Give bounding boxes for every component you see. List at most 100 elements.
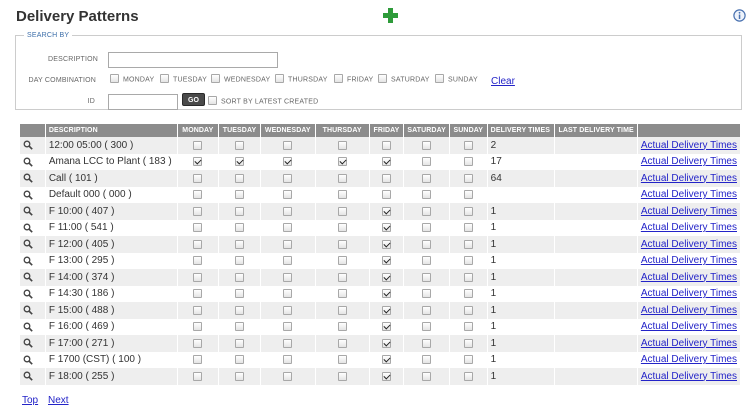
sunday-checkbox[interactable] (463, 355, 473, 365)
magnifier-icon[interactable] (23, 173, 33, 183)
thursday-checkbox[interactable] (337, 206, 347, 216)
monday-checkbox[interactable] (193, 140, 203, 150)
header-delivery-times[interactable]: DELIVERY TIMES (487, 124, 556, 137)
friday-checkbox[interactable] (381, 338, 391, 348)
saturday-checkbox[interactable] (422, 239, 432, 249)
monday-checkbox[interactable] (193, 272, 203, 282)
saturday-checkbox[interactable] (422, 305, 432, 315)
tuesday-checkbox[interactable] (234, 322, 244, 332)
magnifier-icon[interactable] (23, 206, 33, 216)
tuesday-checkbox[interactable] (234, 338, 244, 348)
sort-by-latest-option[interactable]: SORT BY LATEST CREATED (208, 96, 318, 106)
description-input[interactable] (108, 52, 278, 68)
actual-delivery-times-link[interactable]: Actual Delivery Times (641, 239, 737, 250)
saturday-checkbox[interactable] (422, 338, 432, 348)
magnifier-icon[interactable] (23, 371, 33, 381)
thursday-checkbox[interactable] (337, 173, 347, 183)
clear-link[interactable]: Clear (491, 76, 515, 87)
next-link[interactable]: Next (48, 395, 69, 406)
day-option-sunday[interactable]: SUNDAY (435, 74, 478, 84)
day-checkbox-tuesday[interactable] (160, 74, 169, 83)
thursday-checkbox[interactable] (337, 355, 347, 365)
thursday-checkbox[interactable] (337, 190, 347, 200)
wednesday-checkbox[interactable] (283, 223, 293, 233)
magnifier-icon[interactable] (23, 289, 33, 299)
tuesday-checkbox[interactable] (234, 206, 244, 216)
thursday-checkbox[interactable] (337, 338, 347, 348)
wednesday-checkbox[interactable] (283, 338, 293, 348)
sunday-checkbox[interactable] (463, 305, 473, 315)
monday-checkbox[interactable] (193, 190, 203, 200)
wednesday-checkbox[interactable] (283, 239, 293, 249)
friday-checkbox[interactable] (381, 206, 391, 216)
wednesday-checkbox[interactable] (283, 206, 293, 216)
magnifier-icon[interactable] (23, 272, 33, 282)
magnifier-icon[interactable] (23, 140, 33, 150)
thursday-checkbox[interactable] (337, 140, 347, 150)
day-option-thursday[interactable]: THURSDAY (275, 74, 328, 84)
monday-checkbox[interactable] (193, 223, 203, 233)
saturday-checkbox[interactable] (422, 256, 432, 266)
header-monday[interactable]: MONDAY (177, 124, 220, 137)
wednesday-checkbox[interactable] (283, 371, 293, 381)
monday-checkbox[interactable] (193, 206, 203, 216)
sunday-checkbox[interactable] (463, 322, 473, 332)
actual-delivery-times-link[interactable]: Actual Delivery Times (641, 140, 737, 151)
monday-checkbox[interactable] (193, 256, 203, 266)
monday-checkbox[interactable] (193, 322, 203, 332)
header-wednesday[interactable]: WEDNESDAY (260, 124, 316, 137)
saturday-checkbox[interactable] (422, 173, 432, 183)
saturday-checkbox[interactable] (422, 157, 432, 167)
thursday-checkbox[interactable] (337, 305, 347, 315)
header-sunday[interactable]: SUNDAY (449, 124, 488, 137)
actual-delivery-times-link[interactable]: Actual Delivery Times (641, 288, 737, 299)
friday-checkbox[interactable] (381, 305, 391, 315)
day-checkbox-saturday[interactable] (378, 74, 387, 83)
actual-delivery-times-link[interactable]: Actual Delivery Times (641, 206, 737, 217)
thursday-checkbox[interactable] (337, 223, 347, 233)
wednesday-checkbox[interactable] (283, 289, 293, 299)
wednesday-checkbox[interactable] (283, 157, 293, 167)
sunday-checkbox[interactable] (463, 190, 473, 200)
actual-delivery-times-link[interactable]: Actual Delivery Times (641, 305, 737, 316)
actual-delivery-times-link[interactable]: Actual Delivery Times (641, 173, 737, 184)
wednesday-checkbox[interactable] (283, 355, 293, 365)
sunday-checkbox[interactable] (463, 338, 473, 348)
tuesday-checkbox[interactable] (234, 239, 244, 249)
header-friday[interactable]: FRIDAY (369, 124, 405, 137)
tuesday-checkbox[interactable] (234, 157, 244, 167)
saturday-checkbox[interactable] (422, 272, 432, 282)
monday-checkbox[interactable] (193, 355, 203, 365)
friday-checkbox[interactable] (381, 140, 391, 150)
thursday-checkbox[interactable] (337, 256, 347, 266)
tuesday-checkbox[interactable] (234, 190, 244, 200)
monday-checkbox[interactable] (193, 173, 203, 183)
friday-checkbox[interactable] (381, 256, 391, 266)
day-option-wednesday[interactable]: WEDNESDAY (211, 74, 270, 84)
day-checkbox-sunday[interactable] (435, 74, 444, 83)
magnifier-icon[interactable] (23, 190, 33, 200)
sunday-checkbox[interactable] (463, 256, 473, 266)
monday-checkbox[interactable] (193, 305, 203, 315)
friday-checkbox[interactable] (381, 272, 391, 282)
header-tuesday[interactable]: TUESDAY (218, 124, 261, 137)
tuesday-checkbox[interactable] (234, 289, 244, 299)
sunday-checkbox[interactable] (463, 157, 473, 167)
thursday-checkbox[interactable] (337, 239, 347, 249)
actual-delivery-times-link[interactable]: Actual Delivery Times (641, 321, 737, 332)
day-option-friday[interactable]: FRIDAY (334, 74, 373, 84)
monday-checkbox[interactable] (193, 289, 203, 299)
monday-checkbox[interactable] (193, 338, 203, 348)
wednesday-checkbox[interactable] (283, 190, 293, 200)
thursday-checkbox[interactable] (337, 322, 347, 332)
friday-checkbox[interactable] (381, 223, 391, 233)
sunday-checkbox[interactable] (463, 173, 473, 183)
magnifier-icon[interactable] (23, 157, 33, 167)
sunday-checkbox[interactable] (463, 206, 473, 216)
header-thursday[interactable]: THURSDAY (315, 124, 370, 137)
tuesday-checkbox[interactable] (234, 140, 244, 150)
saturday-checkbox[interactable] (422, 355, 432, 365)
friday-checkbox[interactable] (381, 355, 391, 365)
monday-checkbox[interactable] (193, 157, 203, 167)
day-option-saturday[interactable]: SATURDAY (378, 74, 430, 84)
